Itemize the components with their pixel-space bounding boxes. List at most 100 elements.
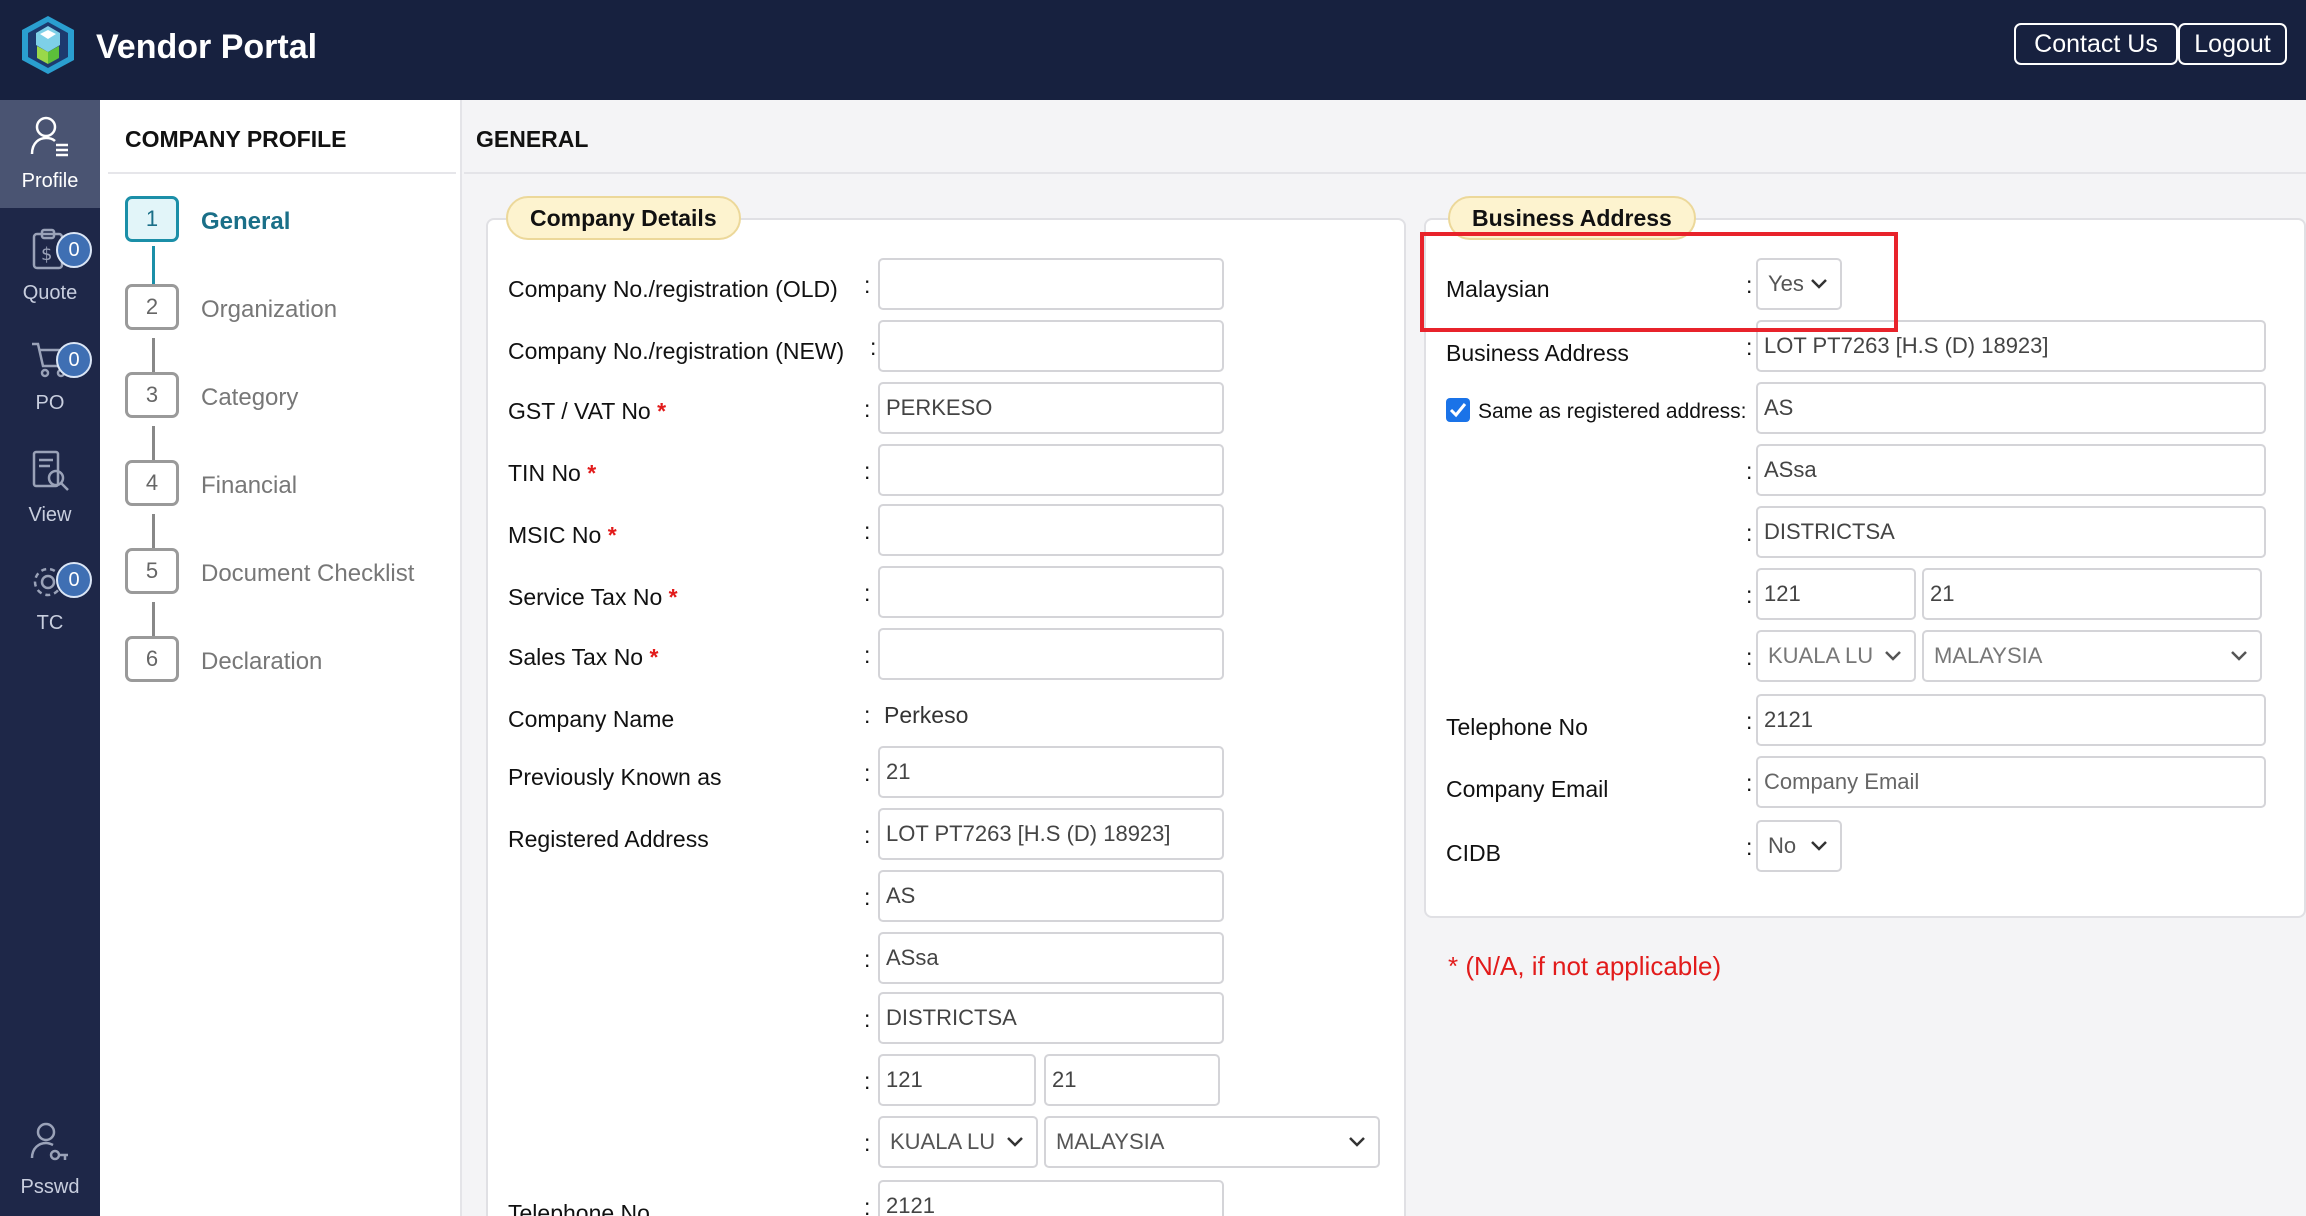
step-general[interactable]: 1 General <box>125 196 455 246</box>
business-country-value: MALAYSIA <box>1934 643 2043 668</box>
reg-country-select[interactable]: MALAYSIA <box>1044 1116 1380 1168</box>
business-postcode2-input[interactable]: 21 <box>1922 568 2262 620</box>
business-city-select[interactable]: KUALA LU <box>1756 630 1916 682</box>
reg-postcode2-input[interactable]: 21 <box>1044 1054 1220 1106</box>
reg-address-line3-input[interactable]: ASsa <box>878 932 1224 984</box>
service-tax-input[interactable] <box>878 566 1224 618</box>
required-marker: * <box>587 460 597 486</box>
reg-city-select[interactable]: KUALA LU <box>878 1116 1038 1168</box>
chevron-down-icon <box>1349 1137 1365 1147</box>
reg-new-label: Company No./registration (NEW) <box>508 338 845 364</box>
rail-item-quote[interactable]: $ 0 Quote <box>0 212 100 320</box>
page-title: GENERAL <box>476 126 589 152</box>
gst-label-text: GST / VAT No <box>508 398 651 424</box>
business-telephone-input[interactable]: 2121 <box>1756 694 2266 746</box>
rail-item-tc[interactable]: 0 TC <box>0 542 100 650</box>
colon: : <box>864 396 871 422</box>
tin-input[interactable] <box>878 444 1224 496</box>
service-tax-label: Service Tax No * <box>508 584 678 611</box>
reg-postcode-input[interactable]: 121 <box>878 1054 1036 1106</box>
step-financial[interactable]: 4 Financial <box>125 460 455 510</box>
required-marker: * <box>657 398 667 424</box>
icon-rail: Profile $ 0 Quote 0 PO View 0 TC Psswd <box>0 100 100 1216</box>
steps-title: COMPANY PROFILE <box>125 126 347 152</box>
colon: : <box>864 580 871 606</box>
colon: : <box>1746 834 1753 860</box>
business-country-select[interactable]: MALAYSIA <box>1922 630 2262 682</box>
reg-old-input[interactable] <box>878 258 1224 310</box>
reg-address-line2-input[interactable]: AS <box>878 870 1224 922</box>
colon: : <box>1746 458 1753 484</box>
step-label: Organization <box>201 296 338 323</box>
service-tax-label-text: Service Tax No <box>508 584 663 610</box>
colon: : <box>870 334 877 360</box>
business-address-line3-input[interactable]: ASsa <box>1756 444 2266 496</box>
cidb-label: CIDB <box>1446 840 1501 866</box>
user-profile-icon <box>30 116 68 157</box>
colon: : <box>864 642 871 668</box>
reg-new-input[interactable] <box>878 320 1224 372</box>
colon: : <box>1746 770 1753 796</box>
colon: : <box>1746 334 1753 360</box>
chevron-down-icon <box>1811 841 1827 851</box>
business-address-line4-input[interactable]: DISTRICTSA <box>1756 506 2266 558</box>
step-number: 5 <box>125 548 179 594</box>
colon: : <box>864 518 871 544</box>
chevron-down-icon <box>1885 651 1901 661</box>
sales-tax-input[interactable] <box>878 628 1224 680</box>
company-name-label: Company Name <box>508 706 675 732</box>
rail-item-password[interactable]: Psswd <box>0 1106 100 1214</box>
step-document-checklist[interactable]: 5 Document Checklist <box>125 548 455 598</box>
step-number: 4 <box>125 460 179 506</box>
step-category[interactable]: 3 Category <box>125 372 455 422</box>
colon: : <box>1746 708 1753 734</box>
business-postcode-input[interactable]: 121 <box>1756 568 1916 620</box>
po-count-badge: 0 <box>56 342 92 378</box>
reg-address-line4-input[interactable]: DISTRICTSA <box>878 992 1224 1044</box>
prev-known-input[interactable]: 21 <box>878 746 1224 798</box>
document-search-icon <box>32 450 69 491</box>
colon: : <box>864 822 871 848</box>
step-number: 2 <box>125 284 179 330</box>
company-email-input[interactable]: Company Email <box>1756 756 2266 808</box>
steps-divider <box>108 172 456 174</box>
business-address-line2-input[interactable]: AS <box>1756 382 2266 434</box>
step-number: 6 <box>125 636 179 682</box>
step-label: General <box>201 208 291 235</box>
colon: : <box>1746 644 1753 670</box>
colon: : <box>864 458 871 484</box>
quote-count-badge: 0 <box>56 232 92 268</box>
rail-label-password: Psswd <box>20 1176 80 1198</box>
reg-country-value: MALAYSIA <box>1056 1129 1165 1154</box>
rail-item-po[interactable]: 0 PO <box>0 322 100 430</box>
step-organization[interactable]: 2 Organization <box>125 284 455 334</box>
rail-item-view[interactable]: View <box>0 434 100 542</box>
colon: : <box>864 1194 871 1216</box>
required-marker: * <box>607 522 617 548</box>
company-email-label: Company Email <box>1446 776 1609 802</box>
same-as-registered-checkbox[interactable] <box>1446 398 1470 422</box>
cidb-select[interactable]: No <box>1756 820 1842 872</box>
step-label: Document Checklist <box>201 560 415 587</box>
step-declaration[interactable]: 6 Declaration <box>125 636 455 686</box>
telephone-input[interactable]: 2121 <box>878 1180 1224 1216</box>
rail-label-po: PO <box>35 392 65 414</box>
colon: : <box>864 1006 871 1032</box>
msic-input[interactable] <box>878 504 1224 556</box>
logout-button[interactable]: Logout <box>2178 23 2287 65</box>
tin-label: TIN No * <box>508 460 596 487</box>
steps-panel: COMPANY PROFILE 1 General 2 Organization… <box>100 100 462 1216</box>
rail-item-profile[interactable]: Profile <box>0 100 100 208</box>
colon: : <box>864 1068 871 1094</box>
reg-city-value: KUALA LU <box>890 1129 996 1154</box>
colon: : <box>864 272 871 298</box>
sales-tax-label-text: Sales Tax No <box>508 644 644 670</box>
colon: : <box>864 702 871 728</box>
step-label: Financial <box>201 472 298 499</box>
business-city-value: KUALA LU <box>1768 643 1874 668</box>
contact-us-button[interactable]: Contact Us <box>2014 23 2178 65</box>
gst-input[interactable]: PERKESO <box>878 382 1224 434</box>
msic-label: MSIC No * <box>508 522 617 549</box>
app-title: Vendor Portal <box>96 28 318 66</box>
reg-address-line1-input[interactable]: LOT PT7263 [H.S (D) 18923] <box>878 808 1224 860</box>
